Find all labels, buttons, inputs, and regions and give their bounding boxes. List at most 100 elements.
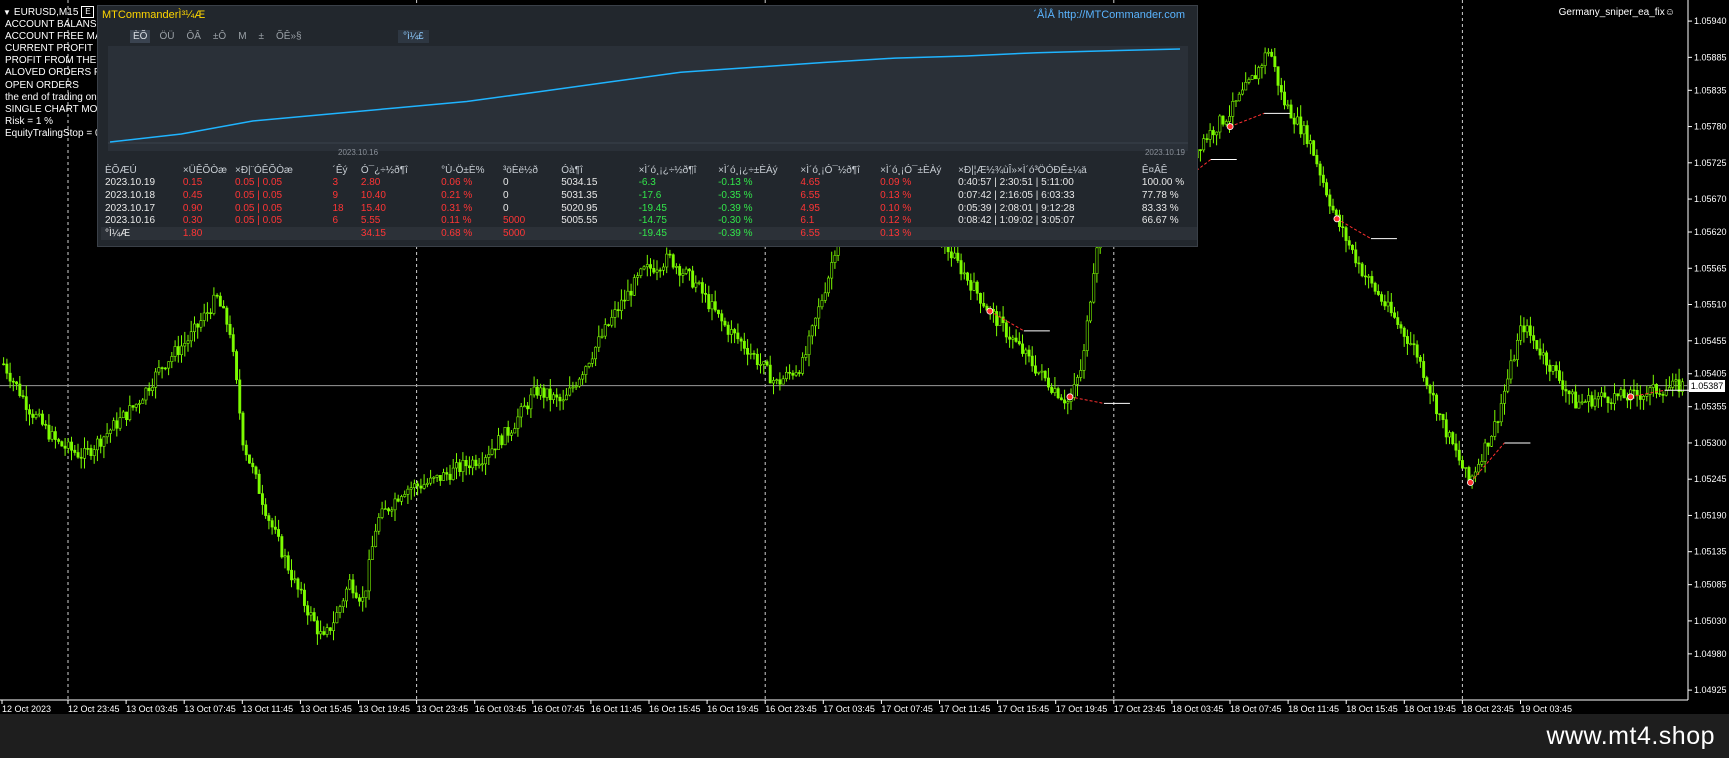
stats-header-row: ÈÕÆÚ ×ÜÊÕÒæ ×Ð|¨ÓÊÕÒæ ´Êý Ó¯¿÷½ð¶î °Ù·Ö±È% ³öÈ… (101, 164, 1197, 177)
stats-cell: 6 (332, 215, 339, 227)
x-tick-label: 12 Oct 23:45 (68, 704, 120, 714)
candle-body (1461, 460, 1464, 469)
stats-cell: 0 (502, 202, 509, 214)
stats-total-cell: -0.39 % (714, 226, 797, 240)
candle-body (31, 413, 35, 418)
candle-body (15, 381, 18, 385)
tab-period[interactable]: M (235, 30, 249, 43)
candle-body (115, 420, 119, 429)
candle-body (684, 268, 688, 274)
candle-body (1538, 348, 1542, 356)
stats-total-cell (231, 226, 329, 240)
candle-body (244, 444, 248, 456)
x-tick-label: 13 Oct 15:45 (300, 704, 352, 714)
candle-body (1512, 359, 1516, 362)
candle-body (1085, 320, 1089, 351)
candle-body (102, 436, 106, 447)
candle-body (1596, 396, 1600, 400)
stats-cell: 0.06 % (441, 177, 473, 189)
candle-body (953, 252, 957, 259)
stats-header-cell: ×Ì´ó¸¡Ó¯±ÈÀý (880, 164, 942, 176)
stats-total-cell: 0.13 % (876, 226, 955, 240)
candle-body (1600, 392, 1604, 397)
daily-stats-table: ÈÕÆÚ ×ÜÊÕÒæ ×Ð|¨ÓÊÕÒæ ´Êý Ó¯¿÷½ð¶î °Ù·Ö±È% ³öÈ… (101, 164, 1197, 240)
candle-body (1619, 389, 1623, 397)
collapse-triangle-icon[interactable]: ▼ (3, 8, 11, 17)
candle-body (1457, 449, 1461, 461)
stats-header-cell: ×Ì´ó¸¡¿÷±ÈÀý (718, 164, 778, 176)
stats-header-cell: °Ù·Ö±È% (441, 164, 485, 176)
candle-body (949, 251, 953, 259)
candle-body (1279, 85, 1283, 93)
candle-body (1228, 116, 1232, 122)
candle-body (1480, 461, 1484, 465)
candle-body (810, 325, 814, 337)
stats-cell: 100.00 % (1141, 177, 1185, 189)
tab-period[interactable]: ± (256, 30, 268, 43)
candle-body (474, 459, 478, 467)
y-tick-label: 1.05245 (1694, 474, 1727, 484)
candle-body (1399, 324, 1403, 329)
candle-body (422, 484, 426, 489)
candle-body (374, 530, 378, 547)
candle-body (736, 332, 740, 340)
x-tick-label: 17 Oct 15:45 (998, 704, 1050, 714)
candle-body (597, 336, 601, 348)
tab-period[interactable]: ÕÊ»§ (273, 30, 305, 43)
stats-cell: 2023.10.18 (105, 189, 156, 201)
tab-stats-alt[interactable]: °ì¼£ (398, 30, 429, 43)
tab-period[interactable]: ÔÂ (183, 30, 203, 43)
candle-body (283, 555, 287, 558)
candle-body (260, 493, 264, 505)
stats-total-cell: 1.80 (178, 226, 231, 240)
candle-body (364, 590, 368, 599)
stats-total-cell: 6.55 (796, 226, 877, 240)
candle-body (1292, 117, 1296, 125)
candle-body (108, 429, 112, 434)
one-click-trading-icon[interactable]: E (81, 6, 95, 18)
candle-body (733, 329, 737, 334)
candle-body (1574, 391, 1578, 409)
candle-body (516, 416, 520, 429)
trade-link-line (1069, 396, 1105, 404)
candle-body (1535, 340, 1539, 350)
account-info-label: ACCOUNT BALANSE (5, 19, 104, 30)
mtcommander-link[interactable]: ´ÅÌÅ http://MTCommander.com (1033, 9, 1185, 21)
stats-header-cell: ×Ð|¦Æ½¾ùÎ»×Ì´ó³ÖÓÐÊ±¼ä (958, 164, 1087, 176)
candle-body (1548, 364, 1552, 372)
candle-body (558, 396, 562, 402)
candle-body (1053, 388, 1057, 394)
candle-body (623, 299, 627, 302)
candle-body (1244, 82, 1248, 91)
candle-body (241, 412, 245, 446)
candle-body (807, 335, 811, 355)
candle-body (396, 498, 400, 502)
candle-body (186, 340, 190, 344)
tab-period[interactable]: ÖÜ (156, 30, 177, 43)
candle-body (526, 405, 530, 410)
candle-body (713, 301, 717, 311)
candle-body (1092, 273, 1096, 303)
candle-body (962, 272, 966, 275)
candle-body (92, 449, 96, 457)
candle-body (1519, 325, 1523, 341)
candle-body (519, 406, 523, 418)
tab-period[interactable]: ±Ô (210, 30, 229, 43)
candle-body (707, 294, 711, 310)
tab-period[interactable]: ÈÕ (130, 30, 151, 43)
candle-body (399, 496, 403, 502)
candle-body (1034, 365, 1037, 374)
candle-body (454, 462, 458, 469)
candle-body (432, 476, 436, 479)
candle-body (1376, 290, 1380, 295)
candle-body (600, 335, 604, 338)
candle-body (739, 338, 743, 342)
stats-row: 2023.10.16 0.30 0.05 | 0.05 6 5.55 0.11 % 5000… (101, 214, 1197, 227)
candle-body (1642, 395, 1646, 400)
candle-body (1435, 394, 1439, 415)
chart-symbol-title: ▼ EURUSD,M15 E (3, 6, 95, 18)
candle-body (626, 290, 630, 301)
stats-cell: -19.45 (638, 202, 667, 214)
candle-body (577, 378, 581, 387)
candle-body (134, 403, 138, 408)
